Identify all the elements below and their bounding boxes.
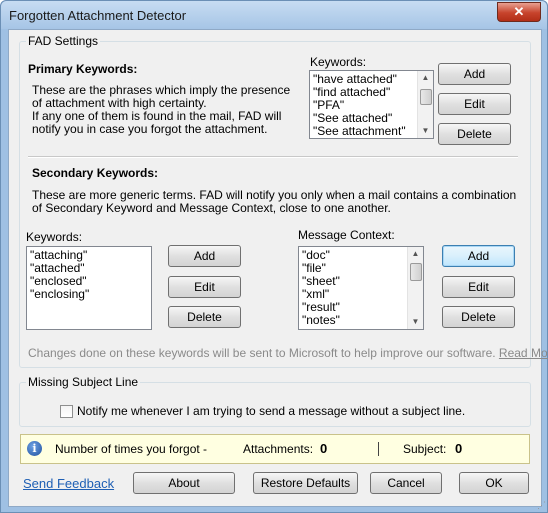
missing-subject-checkbox-label[interactable]: Notify me whenever I am trying to send a…	[77, 404, 465, 418]
scroll-up-icon[interactable]: ▲	[408, 247, 423, 261]
subject-count: 0	[455, 441, 463, 456]
list-item[interactable]: "notes"	[302, 314, 340, 327]
message-context-add-button[interactable]: Add	[442, 245, 515, 267]
secondary-keyword-delete-button[interactable]: Delete	[168, 306, 241, 328]
size-grip-icon[interactable]: ⋰	[537, 500, 546, 511]
ok-button[interactable]: OK	[459, 472, 529, 494]
primary-keywords-scrollbar[interactable]: ▲ ▼	[417, 71, 433, 138]
scroll-down-icon[interactable]: ▼	[408, 315, 423, 329]
forgot-stats-bar: i Number of times you forgot - Attachmen…	[20, 434, 530, 464]
primary-delete-button[interactable]: Delete	[438, 123, 511, 145]
primary-keywords-heading: Primary Keywords:	[28, 62, 138, 76]
primary-keywords-listbox[interactable]: "have attached" "find attached" "PFA" "S…	[309, 70, 434, 139]
primary-edit-button[interactable]: Edit	[438, 93, 511, 115]
secondary-keywords-heading: Secondary Keywords:	[32, 166, 159, 180]
attachments-count: 0	[320, 441, 328, 456]
restore-defaults-button[interactable]: Restore Defaults	[253, 472, 358, 494]
info-icon: i	[27, 441, 42, 456]
scroll-up-icon[interactable]: ▲	[418, 71, 433, 85]
primary-add-button[interactable]: Add	[438, 63, 511, 85]
send-feedback-link[interactable]: Send Feedback	[23, 476, 114, 491]
secondary-desc-line: of Secondary Keyword and Message Context…	[32, 201, 391, 215]
scroll-down-icon[interactable]: ▼	[418, 124, 433, 138]
changes-notice-text: Changes done on these keywords will be s…	[28, 346, 496, 360]
fad-settings-legend: FAD Settings	[26, 34, 101, 48]
cancel-button[interactable]: Cancel	[370, 472, 442, 494]
missing-subject-legend: Missing Subject Line	[26, 375, 141, 389]
scroll-thumb[interactable]	[410, 263, 422, 281]
close-icon: ✕	[513, 4, 525, 19]
about-button[interactable]: About	[133, 472, 235, 494]
primary-desc-line: notify you in case you forgot the attach…	[32, 122, 268, 136]
forgot-count-label: Number of times you forgot -	[55, 442, 208, 456]
title-bar[interactable]: Forgotten Attachment Detector ✕	[1, 1, 547, 29]
message-context-scrollbar[interactable]: ▲ ▼	[407, 247, 423, 329]
secondary-keywords-listbox[interactable]: "attaching" "attached" "enclosed" "enclo…	[26, 246, 152, 330]
section-divider	[28, 156, 518, 158]
list-item[interactable]: "enclosing"	[30, 288, 89, 301]
close-button[interactable]: ✕	[497, 2, 541, 22]
attachments-label: Attachments:	[243, 442, 314, 456]
missing-subject-checkbox[interactable]	[60, 405, 73, 418]
changes-notice: Changes done on these keywords will be s…	[28, 346, 548, 360]
subject-label: Subject:	[403, 442, 447, 456]
scroll-thumb[interactable]	[420, 89, 432, 105]
secondary-keywords-list-label: Keywords:	[26, 230, 83, 244]
message-context-list-label: Message Context:	[298, 228, 395, 242]
secondary-keyword-edit-button[interactable]: Edit	[168, 276, 241, 298]
missing-subject-group: Missing Subject Line Notify me whenever …	[19, 375, 531, 427]
fad-settings-group: FAD Settings Primary Keywords: These are…	[19, 34, 548, 368]
dialog-client-area: FAD Settings Primary Keywords: These are…	[8, 29, 548, 507]
stats-divider	[378, 442, 379, 456]
secondary-keyword-add-button[interactable]: Add	[168, 245, 241, 267]
fad-dialog-window: Forgotten Attachment Detector ✕ FAD Sett…	[0, 0, 548, 513]
message-context-delete-button[interactable]: Delete	[442, 306, 515, 328]
window-title: Forgotten Attachment Detector	[9, 8, 187, 23]
message-context-listbox[interactable]: "doc" "file" "sheet" "xml" "result" "not…	[298, 246, 424, 330]
list-item[interactable]: "See attachment"	[313, 125, 406, 138]
message-context-edit-button[interactable]: Edit	[442, 276, 515, 298]
secondary-keywords-description: These are more generic terms. FAD will n…	[32, 189, 527, 215]
primary-keywords-description: These are the phrases which imply the pr…	[32, 84, 292, 136]
primary-keywords-list-label: Keywords:	[310, 55, 367, 69]
read-more-link[interactable]: Read More	[499, 346, 548, 360]
